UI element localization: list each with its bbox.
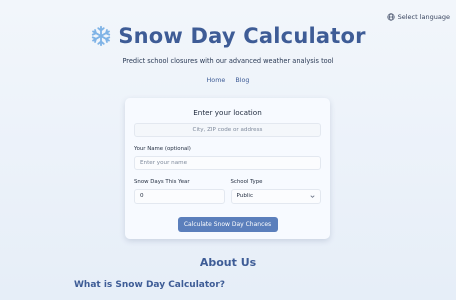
chevron-down-icon [310,195,315,198]
form-row: Snow Days This Year 0 School Type Public [134,179,321,204]
main-nav: Home Blog [0,76,456,84]
page-title: Snow Day Calculator [118,24,366,48]
globe-icon [387,13,395,21]
snow-days-input[interactable]: 0 [134,189,225,204]
about-heading: About Us [199,256,257,269]
nav-blog-link[interactable]: Blog [235,76,249,84]
snow-days-value: 0 [140,193,144,199]
calculator-form-card: Enter your location City, ZIP code or ad… [125,98,330,239]
page-subtitle: Predict school closures with our advance… [122,57,334,65]
snow-days-group: Snow Days This Year 0 [134,179,225,204]
language-selector[interactable]: Select language [387,13,450,21]
nav-home-link[interactable]: Home [206,76,225,84]
calculate-button[interactable]: Calculate Snow Day Chances [177,217,278,232]
hero-section: Snow Day Calculator Predict school closu… [0,24,456,84]
language-label: Select language [397,13,450,21]
location-input[interactable]: City, ZIP code or address [134,123,321,137]
snow-days-label: Snow Days This Year [134,179,190,185]
page-title-row: Snow Day Calculator [90,24,365,48]
school-type-label: School Type [230,179,263,185]
school-type-select[interactable]: Public [230,189,321,204]
what-is-heading: What is Snow Day Calculator? [74,280,226,290]
school-type-group: School Type Public [230,179,321,204]
school-type-value: Public [236,193,254,199]
form-heading: Enter your location [193,108,262,117]
name-input[interactable]: Enter your name [134,156,321,170]
name-label: Your Name (optional) [134,146,191,152]
snowflake-icon [92,25,111,47]
